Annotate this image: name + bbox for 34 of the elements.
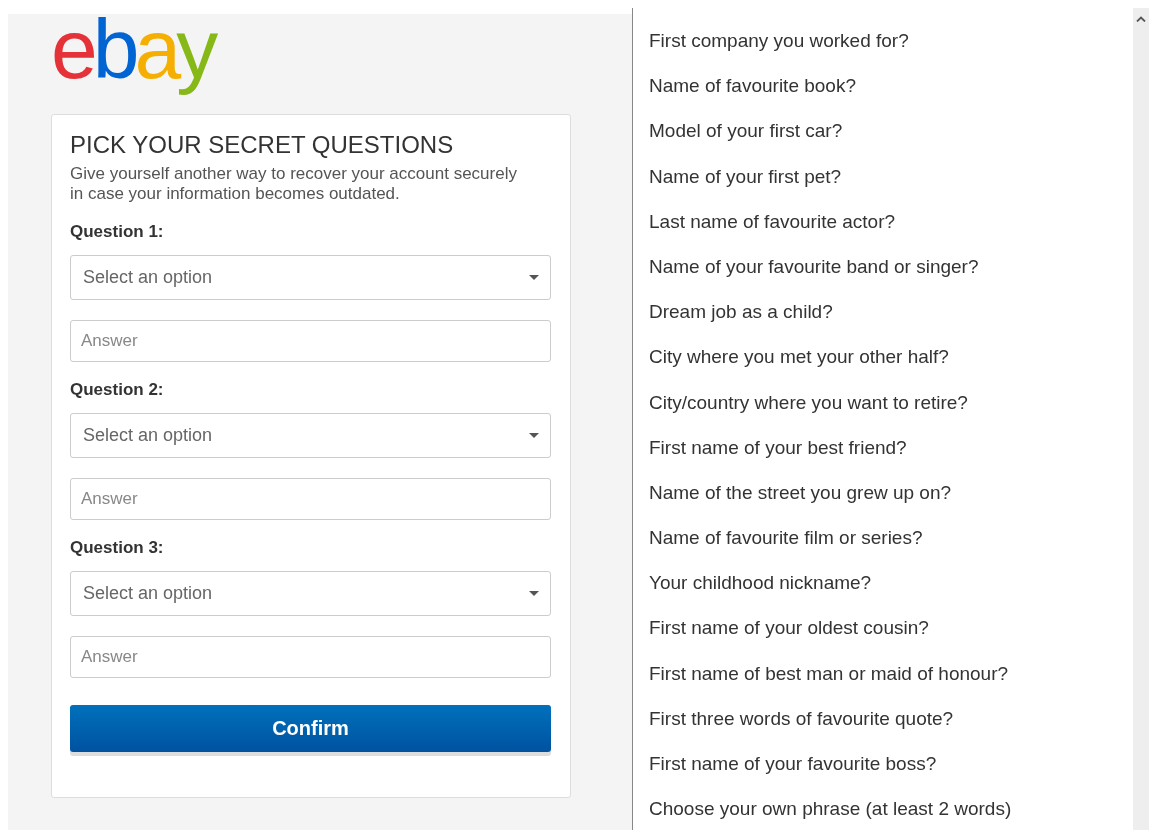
answer-field[interactable]: Answer: [70, 320, 551, 362]
scroll-up-icon[interactable]: [1136, 16, 1146, 22]
question-dropdown[interactable]: Select an option: [70, 571, 551, 616]
caret-icon: [529, 433, 539, 438]
dropdown-option[interactable]: First name of your oldest cousin?: [649, 613, 1133, 659]
dropdown-option[interactable]: Name of your favourite band or singer?: [649, 251, 1133, 298]
dropdown-option[interactable]: First company you worked for?: [649, 26, 1133, 72]
answer-field[interactable]: Answer: [70, 478, 551, 520]
caret-icon: [529, 275, 539, 280]
dropdown-option[interactable]: Name of your first pet?: [649, 161, 1133, 207]
dropdown-option[interactable]: City/country where you want to retire?: [649, 387, 1133, 433]
dropdown-option[interactable]: Name of favourite film or series?: [649, 523, 1133, 569]
dropdown-option[interactable]: Last name of favourite actor?: [649, 206, 1133, 252]
form-description: Give yourself another way to recover your account securely in case your information becomes outdated.: [70, 164, 518, 204]
dropdown-option[interactable]: Choose your own phrase (at least 2 words): [649, 794, 1133, 830]
dropdown-option[interactable]: First three words of favourite quote?: [649, 703, 1133, 749]
answer-field[interactable]: Answer: [70, 636, 551, 678]
dropdown-option[interactable]: Name of favourite book?: [649, 71, 1133, 117]
dropdown-option[interactable]: First name of best man or maid of honour?: [649, 658, 1133, 704]
dropdown-option[interactable]: Name of the street you grew up on?: [649, 477, 1133, 524]
question-label: Question 1:: [70, 221, 165, 243]
question-dropdown[interactable]: Select an option: [70, 255, 551, 300]
caret-icon: [529, 591, 539, 596]
dropdown-option[interactable]: Model of your first car?: [649, 116, 1133, 162]
question-dropdown[interactable]: Select an option: [70, 413, 551, 458]
dropdown-option[interactable]: Dream job as a child?: [649, 297, 1133, 343]
dropdown-option[interactable]: First name of your favourite boss?: [649, 749, 1133, 795]
question-label: Question 3:: [70, 537, 165, 559]
question-label: Question 2:: [70, 379, 165, 401]
scrollbar[interactable]: [1133, 8, 1149, 830]
form-title: PICK YOUR SECRET QUESTIONS: [70, 131, 455, 159]
dropdown-option[interactable]: City where you met your other half?: [649, 342, 1133, 388]
dropdown-option[interactable]: First name of your best friend?: [649, 432, 1133, 478]
dropdown-option[interactable]: Your childhood nickname?: [649, 568, 1133, 614]
